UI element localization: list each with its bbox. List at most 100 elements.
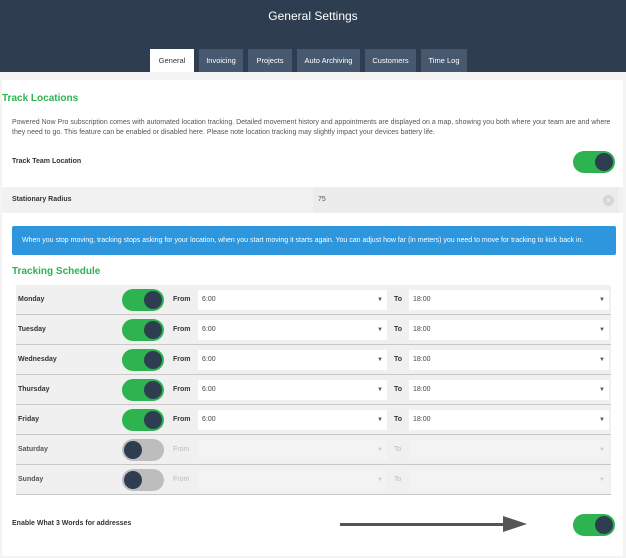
monday-toggle[interactable] (122, 289, 164, 311)
toggle-knob (144, 411, 162, 429)
settings-tabs: General Invoicing Projects Auto Archivin… (150, 49, 472, 72)
saturday-toggle[interactable] (122, 439, 164, 461)
selected-value: 6:00 (202, 416, 216, 423)
thursday-from-select[interactable]: 6:00 ▼ (198, 380, 387, 400)
tracking-schedule-table: Monday From 6:00 ▼ To 18:00 ▼ Tuesday From… (16, 285, 611, 495)
chevron-down-icon: ▼ (599, 327, 605, 333)
tab-invoicing[interactable]: Invoicing (199, 49, 243, 72)
chevron-down-icon: ▼ (377, 357, 383, 363)
day-label: Monday (18, 296, 45, 303)
track-team-location-label: Track Team Location (12, 158, 82, 165)
selected-value: 18:00 (413, 386, 431, 393)
chevron-down-icon: ▼ (599, 447, 605, 453)
friday-toggle[interactable] (122, 409, 164, 431)
selected-value: 18:00 (413, 356, 431, 363)
app-header: General Settings General Invoicing Proje… (0, 0, 626, 72)
schedule-row-wednesday: Wednesday From 6:00 ▼ To 18:00 ▼ (16, 345, 611, 375)
from-label: From (173, 356, 191, 363)
sunday-to-select: ▼ (409, 470, 609, 490)
selected-value: 6:00 (202, 356, 216, 363)
tuesday-toggle[interactable] (122, 319, 164, 341)
day-label: Saturday (18, 446, 48, 453)
tracking-schedule-heading: Tracking Schedule (12, 266, 101, 277)
thursday-toggle[interactable] (122, 379, 164, 401)
to-label: To (394, 476, 402, 483)
chevron-down-icon: ▼ (377, 417, 383, 423)
arrow-right-icon (340, 523, 508, 526)
saturday-to-select: ▼ (409, 440, 609, 460)
from-label: From (173, 386, 191, 393)
tuesday-from-select[interactable]: 6:00 ▼ (198, 320, 387, 340)
schedule-row-friday: Friday From 6:00 ▼ To 18:00 ▼ (16, 405, 611, 435)
saturday-from-select: ▼ (198, 440, 387, 460)
wednesday-to-select[interactable]: 18:00 ▼ (409, 350, 609, 370)
from-label: From (173, 446, 190, 453)
stationary-radius-input[interactable]: 75 (313, 187, 618, 213)
monday-to-select[interactable]: 18:00 ▼ (409, 290, 609, 310)
arrow-head-icon (503, 516, 527, 532)
schedule-row-saturday: Saturday From ▼ To ▼ (16, 435, 611, 465)
chevron-down-icon: ▼ (377, 477, 383, 483)
schedule-row-tuesday: Tuesday From 6:00 ▼ To 18:00 ▼ (16, 315, 611, 345)
from-label: From (173, 476, 190, 483)
schedule-row-sunday: Sunday From ▼ To ▼ (16, 465, 611, 495)
tab-time-log[interactable]: Time Log (421, 49, 467, 72)
tuesday-to-select[interactable]: 18:00 ▼ (409, 320, 609, 340)
to-label: To (394, 356, 403, 363)
tab-customers[interactable]: Customers (365, 49, 416, 72)
to-label: To (394, 386, 403, 393)
toggle-knob (144, 321, 162, 339)
selected-value: 18:00 (413, 326, 431, 333)
track-team-location-toggle[interactable] (573, 151, 615, 173)
thursday-to-select[interactable]: 18:00 ▼ (409, 380, 609, 400)
stationary-radius-label: Stationary Radius (12, 196, 72, 203)
toggle-knob (124, 441, 142, 459)
to-label: To (394, 326, 403, 333)
day-label: Friday (18, 416, 40, 423)
to-label: To (394, 416, 403, 423)
schedule-row-monday: Monday From 6:00 ▼ To 18:00 ▼ (16, 285, 611, 315)
clear-icon[interactable]: × (603, 195, 614, 206)
from-label: From (173, 326, 191, 333)
track-locations-description: Powered Now Pro subscription comes with … (12, 119, 611, 136)
day-label: Sunday (18, 476, 44, 483)
to-label: To (394, 446, 402, 453)
wednesday-from-select[interactable]: 6:00 ▼ (198, 350, 387, 370)
tab-auto-archiving[interactable]: Auto Archiving (297, 49, 360, 72)
selected-value: 6:00 (202, 296, 216, 303)
toggle-knob (124, 471, 142, 489)
day-label: Wednesday (18, 356, 57, 363)
sunday-toggle[interactable] (122, 469, 164, 491)
monday-from-select[interactable]: 6:00 ▼ (198, 290, 387, 310)
selected-value: 6:00 (202, 386, 216, 393)
day-label: Tuesday (18, 326, 46, 333)
track-locations-heading: Track Locations (2, 93, 79, 104)
selected-value: 18:00 (413, 416, 431, 423)
tab-general[interactable]: General (150, 49, 194, 72)
toggle-knob (144, 381, 162, 399)
toggle-knob (595, 153, 613, 171)
selected-value: 18:00 (413, 296, 431, 303)
chevron-down-icon: ▼ (599, 477, 605, 483)
radius-info-box: When you stop moving, tracking stops ask… (12, 226, 616, 255)
day-label: Thursday (18, 386, 50, 393)
what3words-toggle[interactable] (573, 514, 615, 536)
toggle-knob (595, 516, 613, 534)
chevron-down-icon: ▼ (599, 297, 605, 303)
toggle-knob (144, 291, 162, 309)
from-label: From (173, 296, 191, 303)
chevron-down-icon: ▼ (599, 357, 605, 363)
toggle-knob (144, 351, 162, 369)
chevron-down-icon: ▼ (377, 327, 383, 333)
what3words-label: Enable What 3 Words for addresses (12, 520, 132, 527)
chevron-down-icon: ▼ (377, 447, 383, 453)
to-label: To (394, 296, 403, 303)
selected-value: 6:00 (202, 326, 216, 333)
schedule-row-thursday: Thursday From 6:00 ▼ To 18:00 ▼ (16, 375, 611, 405)
tab-projects[interactable]: Projects (248, 49, 292, 72)
friday-to-select[interactable]: 18:00 ▼ (409, 410, 609, 430)
chevron-down-icon: ▼ (377, 387, 383, 393)
friday-from-select[interactable]: 6:00 ▼ (198, 410, 387, 430)
chevron-down-icon: ▼ (377, 297, 383, 303)
wednesday-toggle[interactable] (122, 349, 164, 371)
